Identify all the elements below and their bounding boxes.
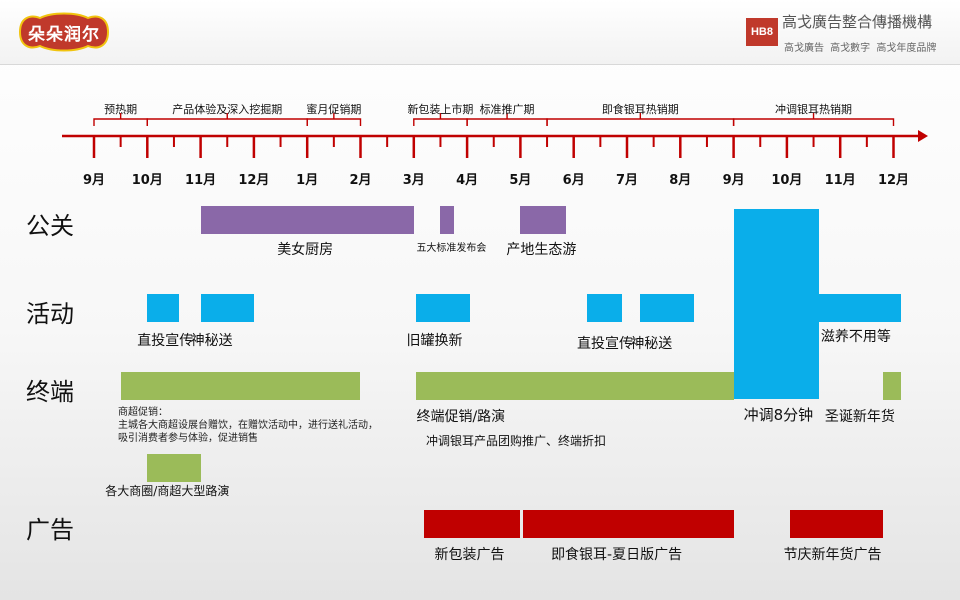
gantt-bar-ads bbox=[523, 510, 734, 538]
month-tick-label: 7月 bbox=[616, 173, 638, 188]
month-tick-label: 3月 bbox=[403, 173, 425, 188]
phase-label: 蜜月促销期 bbox=[306, 102, 361, 116]
month-tick-label: 10月 bbox=[771, 173, 802, 188]
gantt-bar-terminal bbox=[147, 454, 201, 482]
bar-caption: 各大商圈/商超大型路演 bbox=[105, 484, 230, 498]
phase-bracket bbox=[546, 118, 735, 126]
phase-label: 新包装上市期 bbox=[407, 102, 473, 116]
phase-bracket bbox=[413, 118, 468, 126]
phase-label: 预热期 bbox=[104, 103, 137, 116]
month-tick-label: 5月 bbox=[509, 173, 531, 188]
phase-label: 标准推广期 bbox=[480, 102, 535, 116]
bar-caption: 神秘送 bbox=[630, 336, 673, 352]
row-label-events: 活动 bbox=[26, 300, 74, 328]
month-tick-label: 2月 bbox=[349, 173, 371, 188]
bar-caption: 即食银耳-夏日版广告 bbox=[551, 547, 683, 563]
row-label-terminal: 终端 bbox=[26, 378, 74, 406]
gantt-bar-ads bbox=[424, 510, 521, 538]
bar-caption: 新包装广告 bbox=[434, 547, 505, 563]
gantt-bar-terminal bbox=[882, 372, 902, 400]
bar-caption: 直投宣传 bbox=[137, 333, 194, 349]
bar-caption: 产地生态游 bbox=[506, 242, 577, 258]
month-tick-label: 11月 bbox=[185, 173, 216, 188]
phase-bracket bbox=[466, 118, 548, 126]
phase-bracket bbox=[732, 118, 895, 126]
bar-caption: 终端促销/路演 bbox=[416, 409, 506, 425]
gantt-bar-events bbox=[818, 294, 902, 322]
month-tick-label: 6月 bbox=[563, 173, 585, 188]
month-tick-label: 10月 bbox=[132, 173, 163, 188]
special-block bbox=[733, 209, 819, 399]
bar-caption: 旧罐换新 bbox=[406, 333, 463, 349]
bar-caption: 圣诞新年货 bbox=[824, 409, 895, 425]
month-tick-label: 9月 bbox=[83, 173, 105, 188]
month-tick-label: 8月 bbox=[669, 173, 691, 188]
month-tick-label: 4月 bbox=[456, 173, 478, 188]
phase-bracket bbox=[146, 118, 308, 126]
gantt-bar-terminal bbox=[416, 372, 734, 400]
bar-caption: 直投宣传 bbox=[577, 336, 634, 352]
month-tick-label: 11月 bbox=[825, 173, 856, 188]
supermarket-note: 商超促销： 主城各大商超设展台赠饮，在赠饮活动中，进行送礼活动，吸引消费者参与体… bbox=[118, 407, 378, 444]
group-buy-note: 冲调银耳产品团购推广、终端折扣 bbox=[426, 434, 607, 448]
gantt-bar-events bbox=[640, 294, 694, 322]
bar-caption: 滋养不用等 bbox=[820, 329, 891, 345]
bar-caption: 节庆新年货广告 bbox=[783, 547, 882, 563]
bar-caption: 神秘送 bbox=[190, 333, 233, 349]
month-tick-label: 12月 bbox=[878, 173, 909, 188]
bar-caption: 五大标准发布会 bbox=[416, 243, 487, 254]
row-label-ads: 广告 bbox=[26, 516, 74, 544]
timeline-arrow-icon bbox=[918, 130, 928, 142]
gantt-bar-terminal bbox=[120, 372, 361, 400]
special-caption: 冲调8分钟 bbox=[743, 406, 814, 424]
phase-bracket bbox=[306, 118, 362, 126]
phase-label: 即食银耳热销期 bbox=[602, 102, 679, 116]
phase-bracket bbox=[93, 118, 148, 126]
gantt-bar-events bbox=[147, 294, 180, 322]
gantt-bar-events bbox=[416, 294, 470, 322]
gantt-bar-pr bbox=[520, 206, 566, 234]
bar-caption: 美女厨房 bbox=[277, 242, 334, 258]
phase-label: 冲调银耳热销期 bbox=[775, 102, 852, 116]
month-tick-label: 12月 bbox=[238, 173, 269, 188]
phase-label: 产品体验及深入挖掘期 bbox=[172, 102, 282, 116]
gantt-bar-events bbox=[587, 294, 622, 322]
gantt-bar-ads bbox=[789, 510, 883, 538]
row-label-pr: 公关 bbox=[26, 212, 74, 240]
gantt-bar-pr bbox=[440, 206, 454, 234]
gantt-bar-pr bbox=[200, 206, 414, 234]
month-tick-label: 1月 bbox=[296, 173, 318, 188]
month-tick-label: 9月 bbox=[723, 173, 745, 188]
gantt-bar-events bbox=[200, 294, 254, 322]
